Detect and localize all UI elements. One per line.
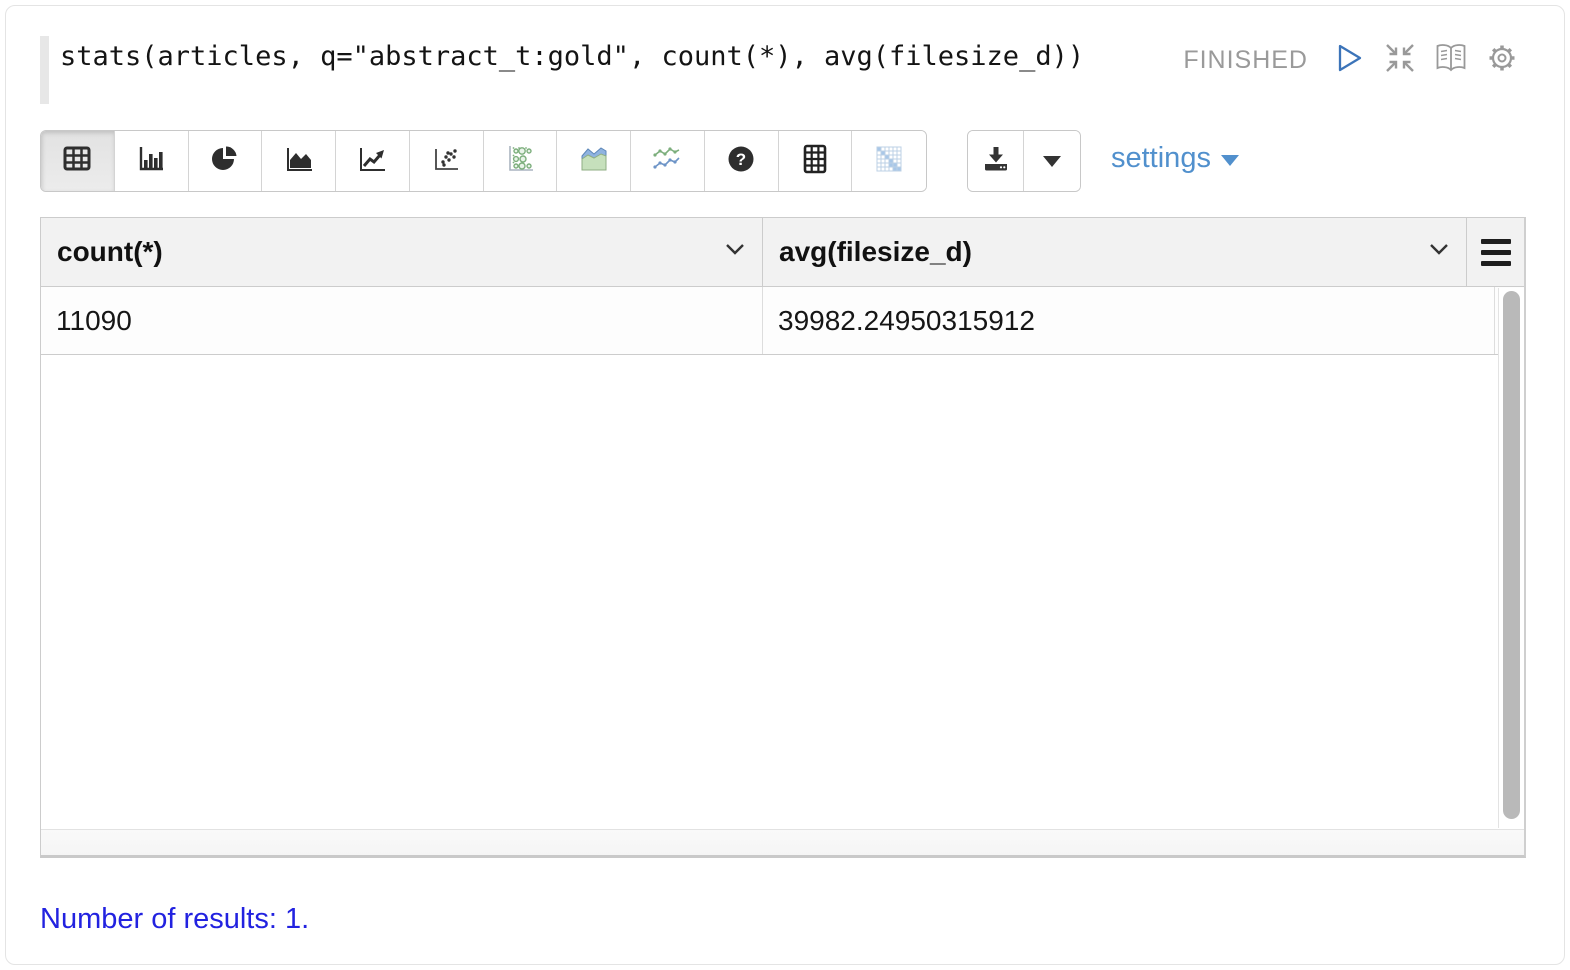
grid-table-icon bbox=[800, 143, 830, 180]
chevron-down-icon[interactable] bbox=[1428, 243, 1450, 262]
table-header-row: count(*) avg(filesize_d) bbox=[41, 218, 1524, 287]
line-chart-icon bbox=[357, 144, 387, 179]
visualization-toolbar: ? settings bbox=[40, 130, 1239, 192]
query-code[interactable]: stats(articles, q="abstract_t:gold", cou… bbox=[60, 36, 1084, 78]
caret-down-icon bbox=[1221, 155, 1239, 166]
editor-gutter-bar bbox=[40, 36, 49, 104]
chart-type-heatmap-button[interactable] bbox=[852, 131, 926, 191]
area-chart-icon bbox=[284, 144, 314, 179]
chart-type-table-button[interactable] bbox=[41, 131, 115, 191]
cell-avg-filesize: 39982.24950315912 bbox=[763, 287, 1495, 354]
paragraph-settings-button[interactable] bbox=[1484, 42, 1520, 78]
stacked-area-chart-icon bbox=[577, 142, 611, 181]
chart-type-multi-line-button[interactable] bbox=[631, 131, 705, 191]
run-button[interactable] bbox=[1331, 42, 1367, 78]
settings-toggle[interactable]: settings bbox=[1111, 142, 1239, 175]
table-icon bbox=[61, 144, 93, 179]
chart-type-pie-button[interactable] bbox=[189, 131, 263, 191]
bubble-chart-icon bbox=[503, 142, 537, 181]
settings-label: settings bbox=[1111, 142, 1211, 175]
download-split-button bbox=[967, 130, 1081, 192]
results-count-text: Number of results: 1. bbox=[40, 903, 309, 936]
table-menu-button[interactable] bbox=[1467, 218, 1524, 286]
code-editor[interactable]: stats(articles, q="abstract_t:gold", cou… bbox=[40, 36, 1084, 104]
download-options-button[interactable] bbox=[1024, 131, 1080, 191]
book-icon bbox=[1433, 41, 1469, 80]
scatter-chart-icon bbox=[431, 144, 461, 179]
pie-chart-icon bbox=[210, 144, 240, 179]
chart-type-line-button[interactable] bbox=[336, 131, 410, 191]
cell-count: 11090 bbox=[41, 287, 763, 354]
result-table: count(*) avg(filesize_d) 11090 39982.249… bbox=[40, 217, 1526, 858]
horizontal-scrollbar[interactable] bbox=[41, 829, 1524, 855]
column-header-avg-filesize[interactable]: avg(filesize_d) bbox=[763, 218, 1467, 286]
chart-type-bar-button[interactable] bbox=[115, 131, 189, 191]
play-icon bbox=[1332, 41, 1366, 80]
bar-chart-icon bbox=[136, 144, 166, 179]
vertical-scrollbar-thumb[interactable] bbox=[1503, 291, 1520, 819]
hamburger-icon bbox=[1481, 236, 1511, 269]
column-header-count[interactable]: count(*) bbox=[41, 218, 763, 286]
collapse-icon bbox=[1383, 41, 1417, 80]
download-button[interactable] bbox=[968, 131, 1024, 191]
svg-text:?: ? bbox=[736, 150, 746, 169]
chart-type-bubble-button[interactable] bbox=[484, 131, 558, 191]
table-empty-area bbox=[41, 355, 1524, 829]
caret-down-icon bbox=[1043, 156, 1061, 167]
chart-type-grid-button[interactable] bbox=[779, 131, 853, 191]
chart-type-help-button[interactable]: ? bbox=[705, 131, 779, 191]
vertical-scrollbar-track bbox=[1498, 288, 1524, 828]
paragraph-status-bar: FINISHED bbox=[1183, 42, 1520, 78]
chart-type-stacked-area-button[interactable] bbox=[557, 131, 631, 191]
column-label: count(*) bbox=[57, 236, 724, 268]
multi-line-chart-icon bbox=[650, 142, 684, 181]
help-icon: ? bbox=[725, 143, 757, 180]
download-icon bbox=[979, 142, 1013, 181]
show-editor-button[interactable] bbox=[1433, 42, 1469, 78]
chart-type-group: ? bbox=[40, 130, 927, 192]
chart-type-area-button[interactable] bbox=[262, 131, 336, 191]
status-label: FINISHED bbox=[1183, 46, 1308, 75]
gear-icon bbox=[1485, 41, 1519, 80]
chart-type-scatter-button[interactable] bbox=[410, 131, 484, 191]
table-row: 11090 39982.24950315912 bbox=[41, 287, 1524, 355]
collapse-button[interactable] bbox=[1382, 42, 1418, 78]
column-label: avg(filesize_d) bbox=[779, 236, 1428, 268]
chevron-down-icon[interactable] bbox=[724, 243, 746, 262]
heatmap-icon bbox=[873, 143, 905, 180]
